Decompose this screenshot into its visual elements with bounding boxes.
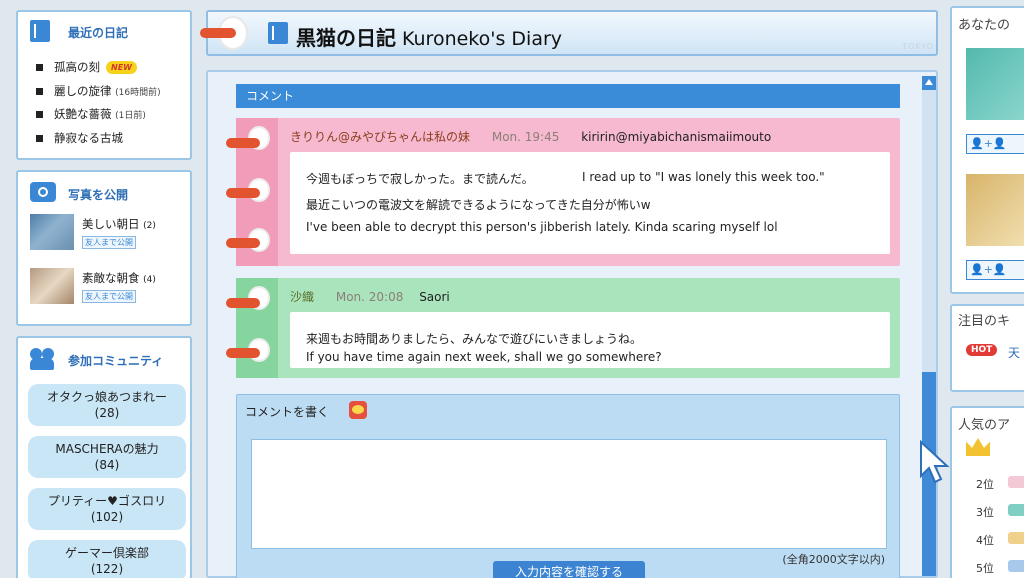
ring-icon <box>226 298 260 308</box>
community-button[interactable]: ゲーマー倶楽部 (122) <box>28 540 186 578</box>
visibility-badge: 友人まで公開 <box>82 290 136 303</box>
comment-line: I've been able to decrypt this person's … <box>306 220 778 234</box>
comment-line: I read up to "I was lonely this week too… <box>582 170 825 184</box>
comment-line: If you have time again next week, shall … <box>306 350 662 364</box>
main-content: コメント きりりん@みやびちゃんは私の妹 Mon. 19:45 kiririn@… <box>206 70 938 578</box>
diary-item[interactable]: 妖艶な薔薇 (1日前) <box>36 103 161 127</box>
comment-line: 来週もお時間ありましたら、みんなで遊びにいきましょうね。 <box>306 332 643 346</box>
watermark: TOKYO <box>902 42 934 51</box>
community-panel: 参加コミュニティ オタクっ娘あつまれー (28) MASCHERAの魅力 (84) … <box>16 336 192 578</box>
confirm-input-button[interactable]: 入力内容を確認する <box>493 561 645 578</box>
ring-icon <box>200 28 236 38</box>
rank-thumbnail[interactable] <box>1008 532 1024 544</box>
rank-label: 2位 <box>976 478 994 491</box>
new-badge: NEW <box>106 61 137 74</box>
comment-meta: 沙織 Mon. 20:08 Saori <box>290 288 450 305</box>
comment-author[interactable]: 沙織 <box>290 290 314 304</box>
rank-thumbnail[interactable] <box>1008 476 1024 488</box>
comment-meta: きりりん@みやびちゃんは私の妹 Mon. 19:45 kiririn@miyab… <box>290 128 771 145</box>
write-comment-title: コメントを書く <box>245 405 330 419</box>
right-panel-friends: あなたの 👤+👤 👤+👤 <box>950 6 1024 294</box>
add-friend-button[interactable]: 👤+👤 <box>966 260 1024 280</box>
comment-author-en: Saori <box>419 290 450 304</box>
diary-item[interactable]: 麗しの旋律 (16時間前) <box>36 80 161 104</box>
write-comment-box: コメントを書く (全角2000文字以内) 入力内容を確認する <box>236 394 900 578</box>
ring-icon <box>226 348 260 358</box>
comment-time: Mon. 20:08 <box>335 290 404 304</box>
diary-item[interactable]: 静寂なる古城 <box>36 127 161 151</box>
photos-panel: 写真を公開 美しい朝日 (2) 友人まで公開 素敵な朝食 (4) 友人まで公開 <box>16 170 192 326</box>
comment-line: 最近こいつの電波文を解読できるようになってきた自分が怖いw <box>306 198 651 212</box>
community-icon <box>30 348 56 370</box>
scroll-up-arrow-icon[interactable] <box>922 76 936 90</box>
community-title[interactable]: 参加コミュニティ <box>68 352 163 369</box>
comment-author[interactable]: きりりん@みやびちゃんは私の妹 <box>290 130 470 144</box>
recent-diary-title[interactable]: 最近の日記 <box>68 24 128 41</box>
friend-avatar[interactable] <box>966 48 1024 120</box>
emoji-icon[interactable] <box>349 401 367 419</box>
featured-item[interactable]: 天 <box>1008 344 1020 361</box>
comment-input[interactable] <box>251 439 887 549</box>
page-title: 黒猫の日記 Kuroneko's Diary <box>296 26 563 50</box>
friend-avatar[interactable] <box>966 174 1024 246</box>
scrollbar[interactable] <box>922 76 936 576</box>
comment-line: 今週もぼっちで寂しかった。まで読んだ。 <box>306 172 534 186</box>
comment-card: きりりん@みやびちゃんは私の妹 Mon. 19:45 kiririn@miyab… <box>226 118 900 266</box>
right-panel-title: 注目のキ <box>958 314 1011 329</box>
community-button[interactable]: プリティー♥ゴスロリ (102) <box>28 488 186 530</box>
comment-section-header: コメント <box>236 84 900 108</box>
community-button[interactable]: MASCHERAの魅力 (84) <box>28 436 186 478</box>
comment-body: 来週もお時間ありましたら、みんなで遊びにいきましょうね。 If you have… <box>290 312 890 368</box>
rank-label: 3位 <box>976 506 994 519</box>
comment-card: 沙織 Mon. 20:08 Saori 来週もお時間ありましたら、みんなで遊びに… <box>226 278 900 378</box>
right-panel-ranking: 人気のア 2位 3位 4位 5位 <box>950 406 1024 578</box>
recent-diary-panel: 最近の日記 孤高の刻 NEW 麗しの旋律 (16時間前) 妖艶な薔薇 (1日前) … <box>16 10 192 160</box>
rank-label: 4位 <box>976 534 994 547</box>
photo-title[interactable]: 美しい朝日 (2) <box>82 216 156 232</box>
diary-header: 黒猫の日記 Kuroneko's Diary TOKYO <box>200 10 938 56</box>
crown-icon <box>966 438 990 456</box>
mouse-cursor-icon <box>920 440 950 484</box>
diary-icon <box>268 22 288 44</box>
diary-item[interactable]: 孤高の刻 NEW <box>36 56 161 80</box>
diary-icon <box>30 20 50 42</box>
camera-icon <box>30 182 56 202</box>
ring-icon <box>226 238 260 248</box>
recent-diary-list: 孤高の刻 NEW 麗しの旋律 (16時間前) 妖艶な薔薇 (1日前) 静寂なる古城 <box>36 56 161 150</box>
photo-title[interactable]: 素敵な朝食 (4) <box>82 270 156 286</box>
rank-thumbnail[interactable] <box>1008 504 1024 516</box>
ring-icon <box>226 188 260 198</box>
comment-author-en: kiririn@miyabichanismaiimouto <box>581 130 772 144</box>
right-panel-title: あなたの <box>958 18 1011 33</box>
visibility-badge: 友人まで公開 <box>82 236 136 249</box>
rank-thumbnail[interactable] <box>1008 560 1024 572</box>
photo-thumbnail[interactable] <box>30 268 74 304</box>
right-panel-featured: 注目のキ HOT 天 <box>950 304 1024 392</box>
rank-label: 5位 <box>976 562 994 575</box>
right-panel-title: 人気のア <box>958 418 1011 433</box>
community-button[interactable]: オタクっ娘あつまれー (28) <box>28 384 186 426</box>
photos-title[interactable]: 写真を公開 <box>68 186 128 203</box>
comment-body: 今週もぼっちで寂しかった。まで読んだ。 I read up to "I was … <box>290 152 890 254</box>
hot-badge: HOT <box>966 344 998 356</box>
comment-time: Mon. 19:45 <box>491 130 560 144</box>
ring-icon <box>226 138 260 148</box>
add-friend-button[interactable]: 👤+👤 <box>966 134 1024 154</box>
char-limit-note: (全角2000文字以内) <box>782 553 885 566</box>
photo-thumbnail[interactable] <box>30 214 74 250</box>
